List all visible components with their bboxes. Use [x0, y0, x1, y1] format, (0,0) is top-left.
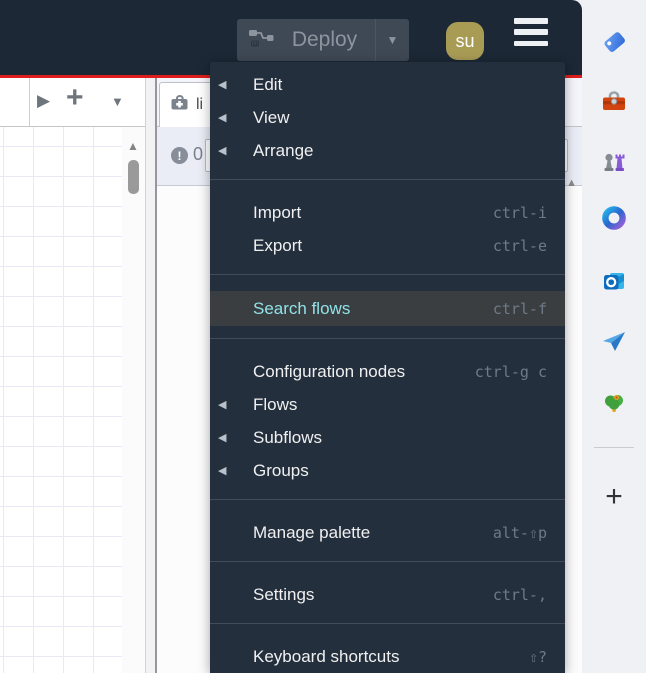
pane-divider[interactable] [145, 78, 157, 673]
menu-item-settings[interactable]: Settings ctrl-, [210, 578, 565, 611]
menu-shortcut: ctrl-, [492, 585, 547, 604]
menu-item-label: Keyboard shortcuts [253, 646, 400, 666]
menu-separator [210, 179, 565, 180]
sidebar-scroll-up-icon[interactable]: ▲ [566, 177, 577, 189]
menu-item-label: Flows [253, 394, 298, 414]
main-menu-button[interactable] [514, 18, 548, 46]
screen: + Deploy ▼ su ▶ + ▼ ▲ li ! 0 ▲ ◀ Edit ◀ … [0, 0, 646, 673]
tree-icon[interactable] [600, 388, 628, 416]
menu-separator [210, 499, 565, 500]
chevron-down-icon: ▼ [386, 33, 399, 47]
menu-item-configuration-nodes[interactable]: Configuration nodes ctrl-g c [210, 355, 565, 388]
browser-sidebar: + [582, 0, 646, 673]
menu-separator [210, 338, 565, 339]
add-sidebar-app-button[interactable]: + [600, 482, 628, 512]
menu-item-keyboard-shortcuts[interactable]: Keyboard shortcuts ⇧? [210, 640, 565, 673]
menu-item-edit[interactable]: ◀ Edit [210, 68, 565, 101]
submenu-left-icon: ◀ [218, 79, 227, 91]
menu-item-flows[interactable]: ◀ Flows [210, 388, 565, 421]
submenu-left-icon: ◀ [218, 112, 227, 124]
toolbox-icon[interactable] [600, 88, 628, 116]
scroll-up-icon[interactable]: ▲ [127, 139, 139, 153]
menu-shortcut: alt-⇧p [492, 523, 547, 542]
node-red-page: Deploy ▼ su ▶ + ▼ ▲ li ! 0 ▲ ◀ Edit ◀ Vi… [0, 0, 582, 673]
menu-item-arrange[interactable]: ◀ Arrange [210, 134, 565, 167]
add-flow-button[interactable]: + [66, 81, 84, 115]
canvas-pane: ▶ + ▼ ▲ [0, 78, 145, 673]
menu-item-search-flows[interactable]: Search flows ctrl-f [210, 291, 565, 326]
menu-item-label: Manage palette [253, 522, 371, 542]
games-chess-icon[interactable] [600, 147, 628, 175]
menu-item-label: Settings [253, 584, 315, 604]
menu-item-label: Subflows [253, 427, 322, 447]
menu-item-label: Edit [253, 74, 283, 94]
error-count-icon[interactable]: ! [171, 147, 188, 164]
menu-item-label: Configuration nodes [253, 361, 406, 381]
submenu-left-icon: ◀ [218, 432, 227, 444]
menu-item-subflows[interactable]: ◀ Subflows [210, 421, 565, 454]
flow-tabbar: ▶ + ▼ [0, 78, 145, 127]
user-avatar[interactable]: su [446, 22, 484, 60]
deploy-options-button[interactable]: ▼ [375, 19, 409, 61]
paper-plane-icon[interactable] [600, 328, 628, 356]
submenu-left-icon: ◀ [218, 465, 227, 477]
menu-shortcut: ctrl-g c [474, 362, 547, 381]
menu-item-view[interactable]: ◀ View [210, 101, 565, 134]
deploy-nodes-icon [248, 27, 274, 54]
menu-item-label: Groups [253, 460, 309, 480]
menu-item-label: Arrange [253, 140, 314, 160]
menu-item-label: View [253, 107, 290, 127]
flow-list-button[interactable]: ▼ [111, 94, 124, 109]
medkit-icon [170, 94, 189, 116]
error-count: 0 [193, 144, 204, 164]
menu-separator [210, 623, 565, 624]
main-menu-dropdown: ◀ Edit ◀ View ◀ Arrange Import ctrl-i Ex… [210, 62, 565, 673]
canvas-scrollbar-thumb[interactable] [128, 160, 139, 194]
menu-item-label: Import [253, 202, 302, 222]
menu-item-import[interactable]: Import ctrl-i [210, 196, 565, 229]
menu-item-label: Export [253, 235, 303, 255]
menu-item-manage-palette[interactable]: Manage palette alt-⇧p [210, 516, 565, 549]
menu-item-label: Search flows [253, 298, 351, 318]
menu-separator [210, 274, 565, 275]
flow-canvas[interactable] [0, 127, 122, 673]
scroll-tabs-right-button[interactable]: ▶ [37, 91, 50, 111]
hamburger-icon [514, 18, 548, 24]
sidebar-tab-label: li [196, 96, 204, 113]
deploy-label: Deploy [291, 28, 358, 51]
menu-shortcut: ctrl-f [492, 299, 547, 318]
canvas-scrollbar[interactable]: ▲ [122, 127, 145, 673]
sidebar-separator [594, 447, 634, 448]
menu-shortcut: ctrl-e [492, 236, 547, 255]
deploy-button[interactable]: Deploy ▼ [237, 19, 409, 61]
copilot-icon[interactable] [600, 204, 628, 232]
menu-item-export[interactable]: Export ctrl-e [210, 229, 565, 262]
menu-shortcut: ctrl-i [492, 203, 547, 222]
submenu-left-icon: ◀ [218, 145, 227, 157]
outlook-icon[interactable] [600, 267, 628, 295]
menu-separator [210, 561, 565, 562]
flow-tab-stub[interactable] [0, 78, 30, 126]
menu-item-groups[interactable]: ◀ Groups [210, 454, 565, 487]
submenu-left-icon: ◀ [218, 399, 227, 411]
shopping-tag-icon[interactable] [600, 28, 628, 56]
menu-shortcut: ⇧? [528, 647, 547, 666]
